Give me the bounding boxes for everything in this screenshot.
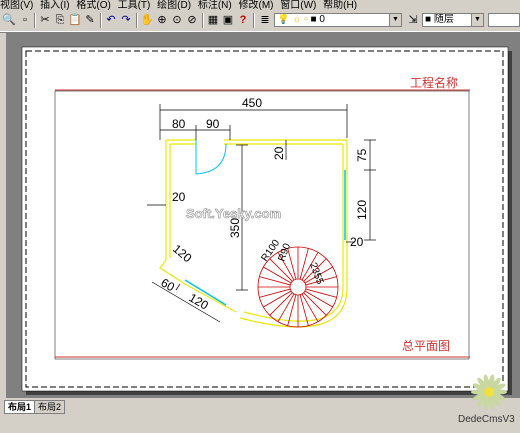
- menu-dimension[interactable]: 标注(N): [198, 0, 236, 11]
- color-combo[interactable]: ■ 随层 ▼: [422, 13, 484, 27]
- color-swatch-icon: ■: [310, 14, 317, 25]
- color-name: 随层: [433, 14, 454, 25]
- pan-icon[interactable]: ✋: [140, 13, 154, 27]
- tab-layout2[interactable]: 布局2: [34, 400, 66, 414]
- tab-layout1[interactable]: 布局1: [4, 400, 36, 414]
- layout-tabs: 布局1 布局2: [0, 398, 520, 428]
- drawing-canvas[interactable]: [0, 33, 520, 398]
- make-current-icon[interactable]: ⇲: [406, 13, 420, 27]
- menu-bar: 视图(V) 插入(I) 格式(O) 工具(T) 绘图(D) 标注(N) 修改(M…: [0, 0, 520, 11]
- new-file-icon[interactable]: ▫: [18, 13, 32, 27]
- linetype-combo[interactable]: [488, 13, 520, 27]
- menu-insert[interactable]: 插入(I): [40, 0, 73, 11]
- standard-toolbar: 🔍 ▫ ✂ ⎘ 📋 ✎ ↶ ↷ ✋ ⊕ ⊙ ⊘ ▦ ▣ ? ≣ 💡 ☼ ▫ ■ …: [0, 11, 520, 32]
- redo-icon[interactable]: ↷: [119, 13, 133, 27]
- menu-format[interactable]: 格式(O): [76, 0, 114, 11]
- lock-icon: ▫: [304, 14, 308, 25]
- match-properties-icon[interactable]: ✎: [83, 13, 97, 27]
- sun-icon: ☼: [292, 14, 302, 25]
- site-logo: DedeCmsV3: [458, 370, 520, 428]
- logo-text: DedeCmsV3: [458, 414, 515, 425]
- help-icon[interactable]: ?: [236, 13, 250, 27]
- bulb-icon: 💡: [277, 14, 290, 25]
- layer-manager-icon[interactable]: ≣: [258, 13, 272, 27]
- undo-icon[interactable]: ↶: [104, 13, 118, 27]
- copy-icon[interactable]: ⎘: [53, 13, 67, 27]
- layer-name: 0: [319, 14, 325, 25]
- canvas-left-edge: [0, 33, 6, 398]
- zoom-realtime-icon[interactable]: ⊕: [155, 13, 169, 27]
- menu-view[interactable]: 视图(V): [0, 0, 37, 11]
- menu-tools[interactable]: 工具(T): [118, 0, 155, 11]
- zoom-window-icon[interactable]: ⊙: [170, 13, 184, 27]
- chevron-down-icon: ▼: [471, 14, 483, 26]
- menu-window[interactable]: 窗口(W): [280, 0, 320, 11]
- layer-combo[interactable]: 💡 ☼ ▫ ■ 0 ▼: [274, 13, 402, 27]
- cut-icon[interactable]: ✂: [38, 13, 52, 27]
- design-center-icon[interactable]: ▣: [221, 13, 235, 27]
- menu-modify[interactable]: 修改(M): [239, 0, 278, 11]
- color-swatch-icon: ■: [425, 14, 432, 25]
- chevron-down-icon: ▼: [389, 14, 401, 26]
- flower-logo-icon: DedeCmsV3: [458, 374, 515, 425]
- paste-icon[interactable]: 📋: [68, 13, 82, 27]
- menu-help[interactable]: 帮助(H): [323, 0, 361, 11]
- properties-icon[interactable]: ▦: [206, 13, 220, 27]
- print-preview-icon[interactable]: 🔍: [2, 13, 16, 27]
- zoom-previous-icon[interactable]: ⊘: [185, 13, 199, 27]
- menu-draw[interactable]: 绘图(D): [157, 0, 195, 11]
